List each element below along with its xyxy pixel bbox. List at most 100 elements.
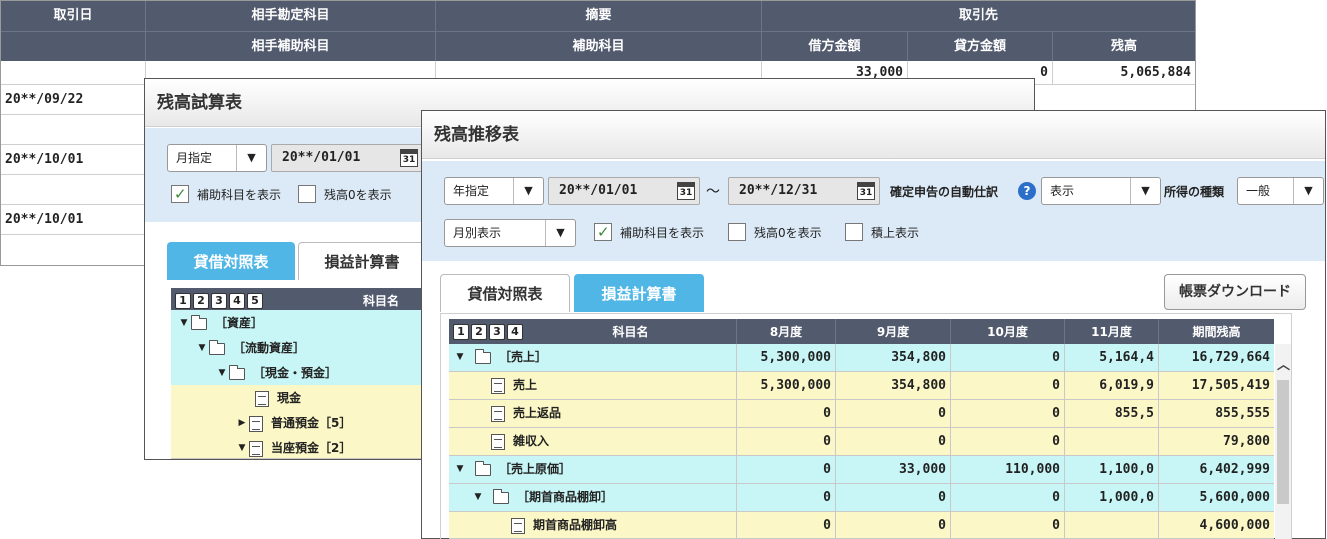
cell-date: 20**/10/01: [1, 145, 146, 174]
expand-triangle-icon[interactable]: ▼: [195, 335, 209, 362]
income-type-label: 所得の種類: [1164, 185, 1225, 199]
cumulative-checkbox[interactable]: 積上表示: [845, 223, 919, 243]
date-input[interactable]: 20**/01/01 31: [271, 144, 423, 172]
cell-period-balance: 855,555: [1215, 406, 1270, 421]
help-icon[interactable]: ?: [1018, 182, 1036, 200]
col-empty: [1, 32, 146, 62]
tab-income-statement[interactable]: 損益計算書: [298, 242, 426, 280]
table-row[interactable]: 売上 5,300,000 354,800 0 6,019,9 17,505,41…: [449, 372, 1274, 400]
tab-balance-sheet[interactable]: 貸借対照表: [440, 274, 570, 312]
checkbox-unchecked-icon: [728, 223, 746, 241]
balance-trend-window: 残高推移表 年指定 ▼ 20**/01/01 31 ～ 20**/12/31 3…: [421, 110, 1326, 539]
table-row[interactable]: 売上返品 0 0 0 855,5 855,555: [449, 400, 1274, 428]
ledger-book-icon: [491, 405, 505, 422]
folder-icon: [493, 488, 509, 504]
expand-triangle-icon[interactable]: ▼: [235, 435, 249, 462]
col-credit[interactable]: 貸方金額: [908, 32, 1053, 62]
chevron-down-icon: ▼: [1293, 178, 1323, 204]
tree-row[interactable]: ▼ ［現金・預金］: [171, 360, 425, 388]
scrollbar-thumb[interactable]: [1277, 380, 1289, 504]
tab-balance-sheet[interactable]: 貸借対照表: [167, 242, 295, 280]
table-row[interactable]: ▼ ［売上原価］ 0 33,000 110,000 1,100,0 6,402,…: [449, 456, 1274, 484]
checkbox-label: 補助科目を表示: [197, 188, 282, 202]
expand-triangle-icon[interactable]: ▼: [177, 310, 191, 337]
income-type-value: 一般: [1246, 184, 1271, 198]
tree-cell: ▼ ［現金・預金］: [171, 360, 425, 387]
calendar-icon[interactable]: 31: [677, 182, 695, 200]
calendar-icon[interactable]: 31: [400, 149, 418, 167]
calendar-icon[interactable]: 31: [857, 182, 875, 200]
period-type-select[interactable]: 月指定 ▼: [167, 144, 267, 172]
level-button-1[interactable]: 1: [175, 293, 191, 309]
level-button-5[interactable]: 5: [247, 293, 263, 309]
tree-row[interactable]: ▼ 当座預金［2］: [171, 435, 425, 462]
chevron-down-icon: ▼: [1130, 178, 1160, 204]
level-button-2[interactable]: 2: [471, 324, 487, 340]
tree-row[interactable]: ▼ ［資産］: [171, 310, 425, 338]
expand-triangle-icon[interactable]: ▼: [471, 484, 485, 511]
date-value: 20**/01/01: [282, 150, 361, 165]
cell-aug: 0: [737, 428, 836, 455]
tree-cell: ▼ ［売上］: [449, 344, 737, 371]
expand-triangle-icon[interactable]: ▼: [215, 360, 229, 387]
col-transaction-date[interactable]: 取引日: [1, 1, 146, 31]
col-counter-account[interactable]: 相手勘定科目: [146, 1, 436, 31]
period-type-select[interactable]: 年指定 ▼: [444, 177, 544, 205]
tab-income-statement[interactable]: 損益計算書: [574, 274, 704, 312]
table-row[interactable]: ▼ ［売上］ 5,300,000 354,800 0 5,164,4 16,72…: [449, 344, 1274, 372]
col-sub-account[interactable]: 補助科目: [436, 32, 762, 62]
col-balance[interactable]: 残高: [1053, 32, 1195, 62]
level-button-1[interactable]: 1: [453, 324, 469, 340]
date-from-input[interactable]: 20**/01/01 31: [548, 177, 700, 205]
level-button-3[interactable]: 3: [211, 293, 227, 309]
expand-triangle-right-icon[interactable]: ▶: [235, 410, 249, 437]
download-report-button[interactable]: 帳票ダウンロード: [1164, 274, 1306, 310]
table-row[interactable]: 雑収入 0 0 0 79,800: [449, 428, 1274, 456]
col-counter-sub-account[interactable]: 相手補助科目: [146, 32, 436, 62]
account-name: ［売上］: [499, 350, 548, 364]
col-summary[interactable]: 摘要: [436, 1, 762, 31]
vertical-scrollbar[interactable]: ︿: [1275, 344, 1291, 539]
table-row[interactable]: 期首商品棚卸高 0 0 0 4,600,000: [449, 512, 1274, 539]
auto-journal-select[interactable]: 表示 ▼: [1041, 177, 1161, 205]
cell-period-balance: 6,402,999: [1199, 462, 1270, 477]
show-sub-accounts-checkbox[interactable]: 補助科目を表示: [171, 184, 282, 205]
col-oct: 10月度: [951, 319, 1065, 345]
show-zero-balance-checkbox[interactable]: 残高0を表示: [298, 185, 392, 205]
level-button-4[interactable]: 4: [507, 324, 523, 340]
level-button-4[interactable]: 4: [229, 293, 245, 309]
expand-triangle-icon[interactable]: ▼: [453, 456, 467, 483]
account-name: 売上返品: [513, 406, 562, 420]
cell-oct: 0: [951, 484, 1065, 511]
income-type-select[interactable]: 一般 ▼: [1237, 177, 1324, 205]
cell-nov: [1065, 512, 1159, 539]
date-to-input[interactable]: 20**/12/31 31: [728, 177, 880, 205]
account-name: ［資産］: [215, 316, 264, 330]
table-row[interactable]: ▼ ［期首商品棚卸］ 0 0 0 1,000,0 5,600,000: [449, 484, 1274, 512]
scroll-up-chevron-icon[interactable]: ︿: [1277, 354, 1290, 373]
level-button-3[interactable]: 3: [489, 324, 505, 340]
account-name: 当座預金［2］: [271, 441, 352, 455]
cell-sep: 0: [836, 512, 951, 539]
cell-oct: 0: [951, 400, 1065, 427]
cell-oct: 0: [951, 372, 1065, 399]
grid-header: 1 2 3 4 科目名 8月度 9月度 10月度 11月度 期間残高: [449, 319, 1274, 345]
col-debit[interactable]: 借方金額: [762, 32, 908, 62]
period-type-value: 月指定: [176, 151, 213, 165]
expand-triangle-icon[interactable]: ▼: [453, 344, 467, 371]
cell-date: 20**/09/22: [1, 85, 146, 114]
ledger-header-row-1: 取引日 相手勘定科目 摘要 取引先: [1, 1, 1195, 31]
ledger-book-icon: [491, 433, 505, 450]
level-button-2[interactable]: 2: [193, 293, 209, 309]
col-partner[interactable]: 取引先: [762, 1, 1195, 31]
tree-cell: ▶ 普通預金［5］: [171, 410, 425, 437]
tree-row[interactable]: ▶ 普通預金［5］: [171, 410, 425, 438]
show-zero-balance-checkbox[interactable]: 残高0を表示: [728, 223, 822, 243]
view-mode-select[interactable]: 月別表示 ▼: [444, 219, 576, 247]
cell-date: 20**/10/01: [1, 205, 146, 234]
tree-row[interactable]: ▼ ［流動資産］: [171, 335, 425, 363]
tree-row[interactable]: 現金: [171, 385, 425, 413]
ledger-book-icon: [255, 390, 269, 407]
show-sub-accounts-checkbox[interactable]: 補助科目を表示: [594, 222, 704, 243]
cell-aug: 0: [737, 484, 836, 511]
